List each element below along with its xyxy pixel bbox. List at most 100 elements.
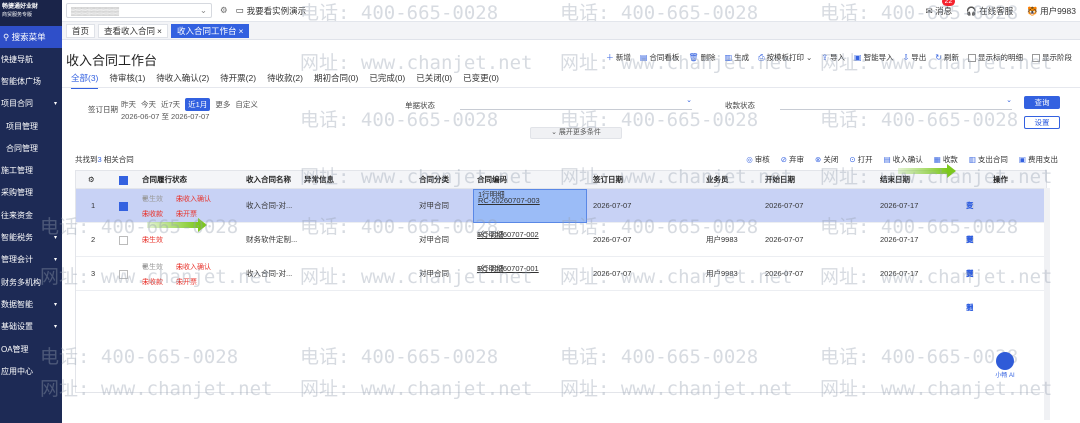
ai-assistant-button[interactable]: 小畅 AI (994, 352, 1016, 384)
checkbox-label: 显示阶段 (1042, 53, 1072, 62)
status-text: 未收款 (142, 211, 163, 218)
select-all-checkbox[interactable] (119, 176, 128, 185)
column-settings-icon[interactable]: ⚙ (88, 171, 95, 189)
detail-count: 1行明细 (477, 264, 504, 273)
contract-code-link[interactable]: RC-20260707-001 1行明细 (477, 264, 539, 273)
contract-code-link[interactable]: RC-20260707-002 1行明细 (477, 230, 539, 239)
sidebar-item[interactable]: 施工管理 (0, 159, 62, 181)
toolbar-button[interactable]: ⇪ 导入 (821, 52, 845, 63)
table-row[interactable]: 3 ◉ 已生效 ⓘ 未收入确认 ⓘ 未收款 ⓘ 未开票 收入合同-对... 对甲合同 2026… (76, 257, 1046, 312)
cell-category: 对甲合同 (419, 269, 449, 278)
col-status: 合同履行状态 (142, 175, 187, 184)
sidebar-item[interactable]: 项目合同 ▾ (0, 93, 62, 115)
sidebar-item-label: 施工管理 (1, 166, 33, 176)
col-exception: 异常信息 (304, 175, 334, 184)
cell-sign_date: 2026-07-07 (593, 269, 632, 278)
doc-status-select[interactable]: ⌄ (460, 96, 692, 110)
toolbar-button[interactable]: ▣ 智能导入 (854, 52, 894, 63)
menu-search[interactable]: ⚲ 搜索菜单 (0, 26, 62, 48)
monitor-icon: ▭ (235, 5, 244, 15)
toolbar-button[interactable]: ▤ 合同看板 (640, 52, 680, 63)
sidebar-item[interactable]: 采购管理 (0, 182, 62, 204)
action-button[interactable]: ⊙ 打开 (849, 154, 872, 165)
action-icon: ▦ (933, 155, 941, 164)
sidebar-item[interactable]: 往来资金 (0, 204, 62, 226)
action-button[interactable]: ⊘ 弃审 (781, 154, 804, 165)
tab-page[interactable]: 收入合同工作台 × (171, 23, 250, 38)
sign-date-label: 签订日期 (88, 105, 118, 114)
action-button[interactable]: ⊗ 关闭 (815, 154, 838, 165)
sidebar-item[interactable]: 快捷导航 (0, 48, 62, 70)
cell-category: 对甲合同 (419, 235, 449, 244)
toolbar-label: 刷新 (944, 53, 959, 62)
display-option-checkbox[interactable]: 显示标的明细 (968, 52, 1023, 63)
date-options: 昨天 今天 近7天 近1月 更多 自定义 (121, 98, 258, 111)
status-text: 未开票 (176, 211, 197, 218)
close-icon[interactable]: × (239, 24, 244, 38)
toolbar-button[interactable]: ⎙ 按模板打印 ⌄ (758, 52, 812, 63)
settings-button[interactable]: 设置 (1024, 116, 1060, 129)
toolbar-button[interactable]: ⇩ 导出 (903, 52, 927, 63)
messages-button[interactable]: ✉ 消息 22 (926, 0, 956, 17)
sidebar-item[interactable]: 智能体广场 (0, 70, 62, 92)
action-button[interactable]: ▥ 支出合同 (969, 154, 1008, 165)
date-option[interactable]: 今天 (141, 99, 156, 110)
sidebar-item[interactable]: 项目管理 (0, 115, 62, 137)
query-button[interactable]: 查询 (1024, 96, 1060, 109)
date-option[interactable]: 近1月 (185, 98, 211, 111)
tab-page[interactable]: 查看收入合同 × (98, 23, 168, 38)
checkbox[interactable] (1032, 53, 1040, 62)
date-option[interactable]: 近7天 (161, 99, 180, 110)
logo: 畅捷通好业财 商贸服务专版 (0, 0, 62, 26)
gear-icon[interactable]: ⚙ (220, 5, 228, 16)
caret-down-icon: ▾ (53, 324, 57, 331)
collect-status-select[interactable]: ⌄ (780, 96, 1012, 110)
date-option[interactable]: 更多 (215, 99, 230, 110)
action-button[interactable]: ▤ 收入确认 (884, 154, 923, 165)
detail-count: 1行明细 (477, 230, 504, 239)
sidebar-item[interactable]: OA管理 (0, 338, 62, 360)
chevron-down-icon: ⌄ (806, 53, 813, 62)
tab-page[interactable]: 首页 (66, 23, 96, 38)
date-option[interactable]: 昨天 (121, 99, 136, 110)
tenant-select[interactable]: ▒▒▒▒▒▒▒▒ ⌄ (66, 3, 212, 18)
toolbar-label: 删除 (700, 53, 716, 62)
action-button[interactable]: ◎ 审核 (746, 154, 770, 165)
table-scrollbar[interactable] (1044, 188, 1050, 420)
row-checkbox[interactable] (119, 202, 128, 211)
sidebar-item[interactable]: 基础设置 ▾ (0, 316, 62, 338)
sidebar-item[interactable]: 合同管理 (0, 137, 62, 159)
caret-down-icon: ▾ (53, 101, 57, 108)
table-row[interactable]: 2 ⓘ 未生效 财务软件定制... 对甲合同 2026-07-07 用户9983 2026-… (76, 223, 1046, 278)
sidebar-item[interactable]: 智能税务 ▾ (0, 226, 62, 248)
action-button[interactable]: ▣ 费用支出 (1019, 154, 1058, 165)
user-menu[interactable]: 🐯 用户9983 (1027, 5, 1076, 17)
row-checkbox[interactable] (119, 270, 128, 279)
display-option-checkbox[interactable]: 显示阶段 (1032, 52, 1072, 63)
toolbar-button[interactable]: ▥ 生成 (725, 52, 750, 63)
status-text: 未收入确认 (176, 196, 211, 203)
col-start: 开始日期 (765, 175, 795, 184)
sidebar-item[interactable]: 财务多机构 (0, 271, 62, 293)
toolbar-button[interactable]: ↻ 刷新 (935, 52, 959, 63)
message-count-badge: 22 (941, 0, 956, 6)
toolbar-label: 导入 (830, 53, 846, 62)
expand-conditions-button[interactable]: ⌄ 展开更多条件 (530, 127, 622, 139)
op-link[interactable]: 复制 (966, 257, 974, 325)
sidebar-item[interactable]: 数据智能 ▾ (0, 293, 62, 315)
row-checkbox[interactable] (119, 236, 128, 245)
checkbox[interactable] (968, 53, 976, 62)
contract-code-link[interactable]: RC-20260707-003 1行明细 (473, 189, 587, 223)
toolbar-label: 智能导入 (863, 53, 894, 62)
toolbar-button[interactable]: ＋新增 (606, 52, 631, 63)
avatar: 🐯 (1027, 6, 1038, 16)
close-icon[interactable]: × (157, 24, 162, 38)
toolbar-button[interactable]: 🗑 删除 (688, 52, 715, 63)
toolbar-icon: ▣ (854, 53, 862, 62)
table-row[interactable]: 1 ◉ 已生效 ⓘ 未收入确认 ⓘ 未收款 ⓘ 未开票 收入合同-对... 对甲合同 2026… (76, 189, 1046, 244)
sidebar-item[interactable]: 管理会计 ▾ (0, 249, 62, 271)
sidebar-item[interactable]: 应用中心 (0, 360, 62, 382)
date-option[interactable]: 自定义 (235, 99, 258, 110)
online-service-button[interactable]: 🎧 在线客服 (966, 5, 1013, 17)
demo-link[interactable]: ▭ 我要看实例演示 (236, 5, 307, 17)
